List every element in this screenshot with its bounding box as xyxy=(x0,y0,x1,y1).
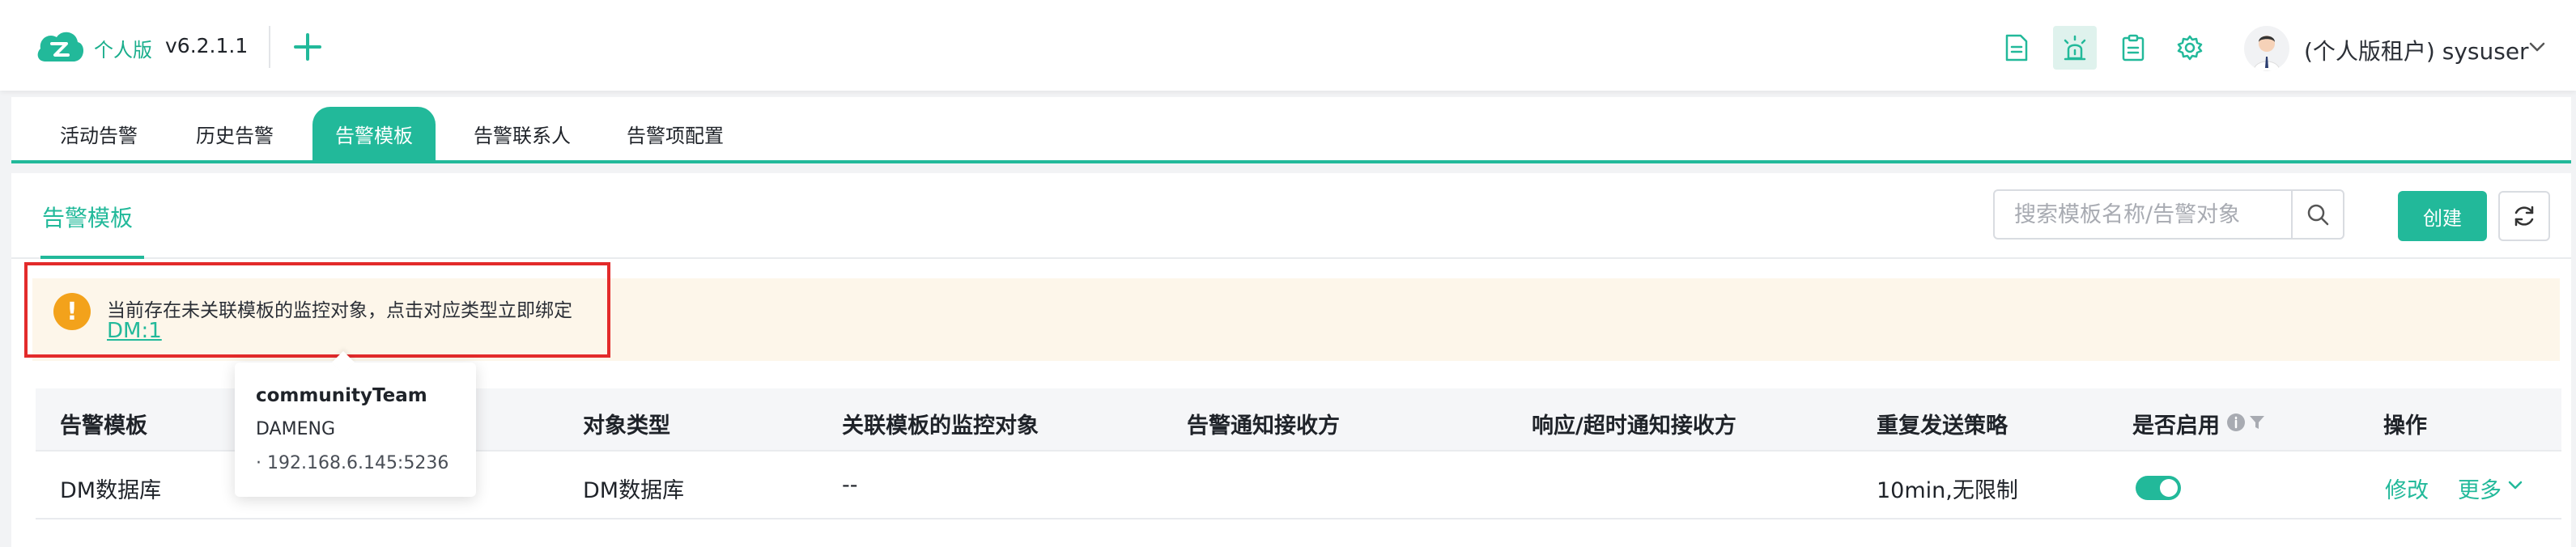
refresh-icon xyxy=(2514,206,2534,227)
cell-object-type: DM数据库 xyxy=(583,478,685,503)
more-link[interactable]: 更多 xyxy=(2458,473,2502,504)
refresh-button[interactable] xyxy=(2498,191,2550,241)
popover-ip: · 192.168.6.145:5236 xyxy=(256,453,449,473)
popover-db-type: DAMENG xyxy=(256,419,335,439)
tab-active-alarms[interactable]: 活动告警 xyxy=(49,107,149,160)
col-enabled: 是否启用 xyxy=(2132,413,2220,439)
col-template: 告警模板 xyxy=(60,413,147,439)
add-button[interactable] xyxy=(288,28,327,66)
header-divider xyxy=(269,26,270,68)
clipboard-icon xyxy=(2122,34,2145,61)
section-title: 告警模板 xyxy=(42,205,134,231)
cell-template[interactable]: DM数据库 xyxy=(60,473,161,504)
section-divider xyxy=(11,257,2571,259)
search-button[interactable] xyxy=(2291,191,2343,238)
document-icon xyxy=(2005,34,2028,61)
tab-alarm-contacts[interactable]: 告警联系人 xyxy=(461,107,583,160)
more-chevron-down-icon[interactable] xyxy=(2506,476,2524,494)
tab-history-alarms[interactable]: 历史告警 xyxy=(185,107,285,160)
top-header: 个人版 v6.2.1.1 (个人版租户) sysuser xyxy=(0,0,2576,91)
warning-text: 当前存在未关联模板的监控对象，点击对应类型立即绑定 xyxy=(107,300,572,321)
toggle-knob xyxy=(2160,479,2178,497)
cell-repeat-policy: 10min,无限制 xyxy=(1877,478,2018,503)
col-object-type: 对象类型 xyxy=(583,413,670,439)
tab-alarm-templates[interactable]: 告警模板 xyxy=(312,107,436,160)
chevron-down-icon[interactable] xyxy=(2526,36,2548,58)
logo-icon xyxy=(34,24,86,70)
edit-link[interactable]: 修改 xyxy=(2385,473,2429,504)
monitor-object-popover: communityTeam DAMENG · 192.168.6.145:523… xyxy=(235,350,476,497)
col-notify-recipients: 告警通知接收方 xyxy=(1187,413,1340,439)
col-monitored-objects: 关联模板的监控对象 xyxy=(842,413,1039,439)
warning-dm-link[interactable]: DM:1 xyxy=(107,319,162,343)
filter-icon[interactable] xyxy=(2247,413,2267,432)
warning-icon: ! xyxy=(53,293,91,330)
create-button[interactable]: 创建 xyxy=(2398,191,2487,241)
search-icon xyxy=(2307,204,2329,226)
popover-team: communityTeam xyxy=(256,385,427,406)
gear-icon xyxy=(2177,35,2203,61)
settings-button[interactable] xyxy=(2168,26,2212,70)
clipboard-button[interactable] xyxy=(2111,26,2155,70)
enabled-toggle[interactable] xyxy=(2136,476,2181,500)
search-input[interactable] xyxy=(1995,191,2291,238)
plus-icon xyxy=(294,33,321,61)
alarm-light-icon xyxy=(2064,35,2086,61)
user-name-label[interactable]: (个人版租户) sysuser xyxy=(2304,34,2529,66)
section-title-underline xyxy=(40,256,144,259)
alarm-tabs: 活动告警 历史告警 告警模板 告警联系人 告警项配置 xyxy=(11,97,2571,163)
document-button[interactable] xyxy=(1995,26,2038,70)
search-box xyxy=(1993,189,2344,240)
cell-monitored-objects: -- xyxy=(842,473,858,498)
col-repeat-policy: 重复发送策略 xyxy=(1877,413,2008,439)
info-icon[interactable] xyxy=(2226,413,2246,432)
tab-alarm-item-config[interactable]: 告警项配置 xyxy=(614,107,737,160)
col-actions: 操作 xyxy=(2383,413,2427,439)
user-avatar[interactable] xyxy=(2244,26,2289,71)
edition-label: 个人版 xyxy=(94,39,152,61)
col-timeout-recipients: 响应/超时通知接收方 xyxy=(1532,413,1736,439)
version-label: v6.2.1.1 xyxy=(165,34,249,57)
alarm-button[interactable] xyxy=(2053,26,2097,70)
